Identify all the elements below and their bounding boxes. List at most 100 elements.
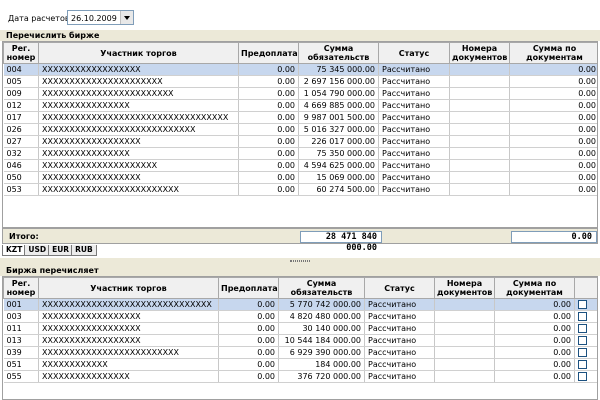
column-header[interactable]: Участник торгов <box>38 42 239 64</box>
column-header[interactable]: Номера документов <box>449 42 510 64</box>
cell-name: XXXXXXXXXXXXXXXX <box>38 147 239 160</box>
cell-sum: 10 544 184 000.00 <box>278 334 365 347</box>
column-header[interactable]: Номера документов <box>434 277 495 299</box>
tab-kzt[interactable]: KZT <box>2 245 27 256</box>
cell-docsum: 0.00 <box>509 63 597 76</box>
cell-prepay: 0.00 <box>238 171 299 184</box>
table-row[interactable]: 032 XXXXXXXXXXXXXXXX 0.00 75 350 000.00 Расс… <box>3 147 597 160</box>
cell-reg: 039 <box>3 346 39 359</box>
cell-prepay: 0.00 <box>218 298 279 311</box>
cell-name: XXXXXXXXXXXXXXXXXXXXXX <box>38 75 239 88</box>
table-row[interactable]: 046 XXXXXXXXXXXXXXXXXXXXX 0.00 4 594 625 00… <box>3 159 597 172</box>
cell-docs <box>449 135 510 148</box>
column-header[interactable]: Рег. номер <box>3 277 39 299</box>
table-row[interactable]: 051 XXXXXXXXXXXX 0.00 184 000.00 Рассчитано 0… <box>3 358 597 371</box>
tab-rub[interactable]: RUB <box>71 245 97 256</box>
cell-reg: 051 <box>3 358 39 371</box>
column-header[interactable]: Сумма обязательств <box>298 42 379 64</box>
top-grid[interactable]: Рег. номер Участник торгов Предоплата Сумма… <box>2 41 598 228</box>
date-picker[interactable]: 26.10.2009 <box>67 10 134 25</box>
cell-sum: 15 069 000.00 <box>298 171 379 184</box>
cell-prepay: 0.00 <box>238 183 299 196</box>
column-header[interactable]: Предоплата <box>218 277 279 299</box>
total-docsum: 0.00 <box>511 231 597 243</box>
row-checkbox[interactable] <box>578 324 587 333</box>
cell-status: Рассчитано <box>378 159 450 172</box>
row-checkbox[interactable] <box>578 372 587 381</box>
cell-sum: 30 140 000.00 <box>278 322 365 335</box>
cell-prepay: 0.00 <box>238 75 299 88</box>
table-row[interactable]: 026 XXXXXXXXXXXXXXXXXXXXXXXXXXXX 0.00 5 016… <box>3 123 597 136</box>
column-header[interactable]: Сумма по документам <box>494 277 575 299</box>
row-checkbox[interactable] <box>578 300 587 309</box>
cell-reg: 032 <box>3 147 39 160</box>
table-row[interactable]: 004 XXXXXXXXXXXXXXXXXX 0.00 75 345 000.00 Ра… <box>3 63 597 76</box>
column-header-check <box>574 277 597 299</box>
date-label: Дата расчетов <box>8 14 70 23</box>
table-row[interactable]: 005 XXXXXXXXXXXXXXXXXXXXXX 0.00 2 697 156 0… <box>3 75 597 88</box>
table-row[interactable]: 017 XXXXXXXXXXXXXXXXXXXXXXXXXXXXXXXXXX 0.0… <box>3 111 597 124</box>
column-header[interactable]: Статус <box>378 42 450 64</box>
cell-status: Рассчитано <box>364 346 435 359</box>
cell-docsum: 0.00 <box>494 358 575 371</box>
cell-docs <box>449 147 510 160</box>
total-sum: 28 471 840 000.00 <box>300 231 382 253</box>
cell-sum: 4 669 885 000.00 <box>298 99 379 112</box>
table-row[interactable]: 055 XXXXXXXXXXXXXXXX 0.00 376 720 000.00 Рас… <box>3 370 597 383</box>
cell-docs <box>449 63 510 76</box>
cell-prepay: 0.00 <box>238 111 299 124</box>
table-row[interactable]: 027 XXXXXXXXXXXXXXXXXX 0.00 226 017 000.00 Р… <box>3 135 597 148</box>
row-checkbox[interactable] <box>578 312 587 321</box>
cell-docs <box>449 111 510 124</box>
cell-prepay: 0.00 <box>218 346 279 359</box>
column-header[interactable]: Участник торгов <box>38 277 219 299</box>
cell-docsum: 0.00 <box>509 147 597 160</box>
column-header[interactable]: Предоплата <box>238 42 299 64</box>
splitter[interactable] <box>0 258 600 265</box>
cell-name: XXXXXXXXXXXXXXXXXXXXXXXX <box>38 87 239 100</box>
chevron-down-icon[interactable] <box>120 11 133 24</box>
cell-name: XXXXXXXXXXXXXXXXXX <box>38 322 219 335</box>
column-header[interactable]: Статус <box>364 277 435 299</box>
cell-docsum: 0.00 <box>509 87 597 100</box>
cell-docsum: 0.00 <box>509 183 597 196</box>
column-header[interactable]: Сумма по документам <box>509 42 597 64</box>
cell-status: Рассчитано <box>378 99 450 112</box>
table-row[interactable]: 003 XXXXXXXXXXXXXXXXXX 0.00 4 820 480 000.0… <box>3 310 597 323</box>
table-row[interactable]: 012 XXXXXXXXXXXXXXXX 0.00 4 669 885 000.00 Р… <box>3 99 597 112</box>
cell-status: Рассчитано <box>378 183 450 196</box>
row-checkbox[interactable] <box>578 336 587 345</box>
cell-docsum: 0.00 <box>509 159 597 172</box>
cell-sum: 5 770 742 000.00 <box>278 298 365 311</box>
table-row[interactable]: 050 XXXXXXXXXXXXXXXXXX 0.00 15 069 000.00 Ра… <box>3 171 597 184</box>
column-header[interactable]: Рег. номер <box>3 42 39 64</box>
cell-name: XXXXXXXXXXXXXXXX <box>38 99 239 112</box>
cell-reg: 027 <box>3 135 39 148</box>
cell-docs <box>434 310 495 323</box>
cell-name: XXXXXXXXXXXXXXXXXX <box>38 310 219 323</box>
row-checkbox[interactable] <box>578 360 587 369</box>
cell-sum: 60 274 500.00 <box>298 183 379 196</box>
table-row[interactable]: 009 XXXXXXXXXXXXXXXXXXXXXXXX 0.00 1 054 790… <box>3 87 597 100</box>
splitter-grip-icon[interactable] <box>290 260 310 262</box>
cell-prepay: 0.00 <box>238 123 299 136</box>
tab-usd[interactable]: USD <box>24 245 51 256</box>
cell-docsum: 0.00 <box>494 334 575 347</box>
date-value[interactable]: 26.10.2009 <box>71 14 117 23</box>
cell-name: XXXXXXXXXXXXXXXXXX <box>38 135 239 148</box>
table-row[interactable]: 001 XXXXXXXXXXXXXXXXXXXXXXXXXXXXXXX 0.00 5 … <box>3 298 597 311</box>
bottom-grid[interactable]: Рег. номер Участник торгов Предоплата Сумма… <box>2 276 598 400</box>
column-header[interactable]: Сумма обязательств <box>278 277 365 299</box>
top-panel-title: Перечислить бирже <box>0 30 600 41</box>
table-row[interactable]: 053 XXXXXXXXXXXXXXXXXXXXXXXXX 0.00 60 274 5… <box>3 183 597 196</box>
cell-status: Рассчитано <box>378 171 450 184</box>
totals-row: Итого: 28 471 840 000.00 0.00 <box>2 228 598 253</box>
tab-eur[interactable]: EUR <box>48 245 74 256</box>
table-row[interactable]: 013 XXXXXXXXXXXXXXXXXX 0.00 10 544 184 000.… <box>3 334 597 347</box>
row-checkbox[interactable] <box>578 348 587 357</box>
cell-docsum: 0.00 <box>509 99 597 112</box>
cell-name: XXXXXXXXXXXXXXXX <box>38 370 219 383</box>
table-header-row: Рег. номер Участник торгов Предоплата Сумма… <box>3 42 597 64</box>
table-row[interactable]: 039 XXXXXXXXXXXXXXXXXXXXXXXXX 0.00 6 929 39… <box>3 346 597 359</box>
table-row[interactable]: 011 XXXXXXXXXXXXXXXXXX 0.00 30 140 000.00 Ра… <box>3 322 597 335</box>
